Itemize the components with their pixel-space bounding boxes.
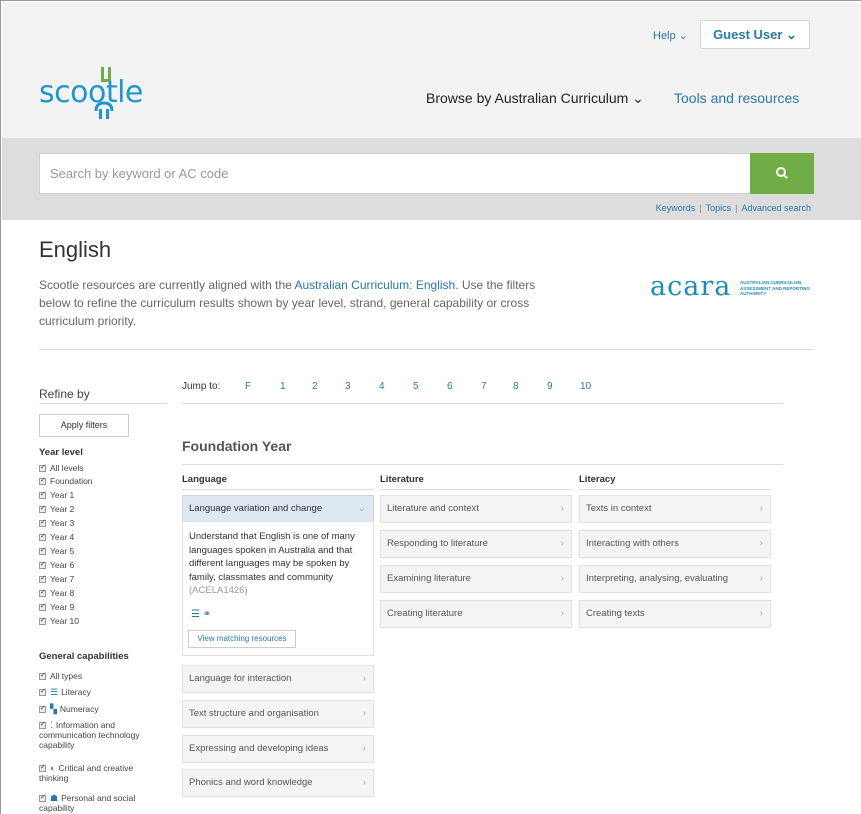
year-level-checkbox[interactable]: Foundation	[39, 476, 93, 486]
general-capabilities-title: General capabilities	[39, 651, 129, 662]
critical-thinking-icon: ◐	[50, 763, 56, 773]
acara-logo-subtitle: AUSTRALIAN CURRICULUM, ASSESSMENT AND RE…	[740, 280, 810, 296]
jump-link[interactable]: 6	[447, 381, 453, 392]
column-title-literacy: Literacy	[579, 474, 616, 485]
year-level-checkbox[interactable]: Year 1	[39, 490, 74, 500]
chevron-right-icon: ›	[362, 777, 366, 788]
jump-to-label: Jump to:	[182, 381, 221, 392]
ict-icon: ⁚	[50, 720, 53, 730]
divider	[182, 489, 374, 490]
year-level-checkbox[interactable]: Year 6	[39, 560, 74, 570]
jump-link[interactable]: 8	[513, 381, 519, 392]
jump-link[interactable]: F	[245, 381, 251, 392]
refine-title: Refine by	[39, 387, 90, 401]
capability-checkbox[interactable]: ☗Personal and social capability	[39, 793, 161, 813]
apply-filters-button[interactable]: Apply filters	[39, 414, 129, 437]
strand-tile[interactable]: Phonics and word knowledge ›	[182, 769, 374, 797]
column-title-literature: Literature	[380, 474, 424, 485]
jump-link[interactable]: 9	[547, 381, 553, 392]
help-menu[interactable]: Help ⌄	[653, 29, 688, 42]
strand-tile[interactable]: Interpreting, analysing, evaluating ›	[579, 565, 771, 593]
year-level-checkbox[interactable]: Year 4	[39, 532, 74, 542]
chevron-right-icon: ›	[362, 743, 366, 754]
search-icon	[776, 167, 788, 179]
intro-text: Scootle resources are currently aligned …	[39, 278, 536, 328]
divider	[39, 403, 167, 404]
nav-tools-resources[interactable]: Tools and resources	[674, 90, 799, 106]
strand-tile[interactable]: Texts in context ›	[579, 495, 771, 523]
jump-link[interactable]: 2	[312, 381, 318, 392]
chevron-right-icon: ›	[560, 573, 564, 584]
year-title: Foundation Year	[182, 438, 292, 454]
chevron-right-icon: ›	[560, 608, 564, 619]
view-matching-resources-button[interactable]: View matching resources	[188, 630, 296, 648]
jump-link[interactable]: 3	[345, 381, 351, 392]
search-input[interactable]: Search by keyword or AC code	[39, 153, 751, 194]
page-title: English	[39, 237, 112, 262]
advanced-search-link[interactable]: Advanced search	[741, 203, 811, 213]
literacy-icon[interactable]: ☰	[191, 609, 200, 620]
year-level-checkbox[interactable]: Year 7	[39, 574, 74, 584]
divider	[182, 464, 783, 465]
personal-social-icon: ☗	[50, 793, 59, 803]
strand-description: Understand that English is one of many l…	[189, 531, 355, 596]
capability-checkbox[interactable]: ⁚Information and communication technolog…	[39, 720, 161, 750]
divider	[39, 349, 814, 350]
strand-tile[interactable]: Creating texts ›	[579, 600, 771, 628]
capability-checkbox[interactable]: ▚Numeracy	[39, 704, 99, 714]
description-icons: ☰ ⚭	[191, 609, 211, 620]
topics-link[interactable]: Topics	[706, 203, 732, 213]
year-level-checkbox[interactable]: All levels	[39, 463, 84, 473]
jump-link[interactable]: 7	[481, 381, 487, 392]
column-title-language: Language	[182, 474, 227, 485]
capability-checkbox[interactable]: ☰Literacy	[39, 687, 91, 697]
chevron-right-icon: ›	[362, 708, 366, 719]
page-frame: Help ⌄ Guest User ⌄ scootle Browse by Au…	[0, 0, 861, 814]
strand-tile[interactable]: Interacting with others ›	[579, 530, 771, 558]
strand-tile[interactable]: Literature and context ›	[380, 495, 572, 523]
jump-link[interactable]: 4	[379, 381, 385, 392]
divider	[380, 489, 572, 490]
strand-tile[interactable]: Examining literature ›	[380, 565, 572, 593]
chevron-right-icon: ›	[759, 608, 763, 619]
chevron-right-icon: ›	[759, 573, 763, 584]
acara-logo: acara	[650, 271, 732, 302]
chevron-right-icon: ›	[362, 673, 366, 684]
year-level-checkbox[interactable]: Year 9	[39, 602, 74, 612]
year-level-title: Year level	[39, 447, 83, 458]
strand-tile[interactable]: Responding to literature ›	[380, 530, 572, 558]
jump-link[interactable]: 5	[413, 381, 419, 392]
year-level-checkbox[interactable]: Year 10	[39, 616, 79, 626]
search-links: Keywords | Topics | Advanced search	[655, 203, 811, 213]
capability-checkbox[interactable]: All types	[39, 671, 82, 681]
chevron-right-icon: ›	[560, 503, 564, 514]
nav-browse-curriculum[interactable]: Browse by Australian Curriculum ⌄	[426, 90, 644, 107]
strand-tile[interactable]: Language for interaction ›	[182, 665, 374, 693]
year-level-checkbox[interactable]: Year 5	[39, 546, 74, 556]
divider	[579, 489, 771, 490]
literacy-icon: ☰	[50, 687, 59, 697]
guest-user-button[interactable]: Guest User ⌄	[700, 20, 810, 49]
year-level-checkbox[interactable]: Year 8	[39, 588, 74, 598]
year-level-checkbox[interactable]: Year 3	[39, 518, 74, 528]
strand-tile[interactable]: Creating literature ›	[380, 600, 572, 628]
divider	[182, 403, 783, 404]
keywords-link[interactable]: Keywords	[656, 203, 696, 213]
jump-link[interactable]: 1	[280, 381, 286, 392]
chevron-right-icon: ›	[759, 503, 763, 514]
chevron-right-icon: ›	[560, 538, 564, 549]
strand-tile[interactable]: Expressing and developing ideas ›	[182, 735, 374, 763]
link-icon[interactable]: ⚭	[203, 609, 211, 620]
chevron-right-icon: ›	[759, 538, 763, 549]
year-level-checkbox[interactable]: Year 2	[39, 504, 74, 514]
search-button[interactable]	[750, 153, 814, 194]
numeracy-icon: ▚	[50, 704, 57, 714]
jump-link[interactable]: 10	[580, 381, 591, 392]
strand-tile-active[interactable]: Language variation and change ⌄	[182, 495, 374, 523]
capability-checkbox[interactable]: ◐Critical and creative thinking	[39, 763, 161, 783]
strand-tile[interactable]: Text structure and organisation ›	[182, 700, 374, 728]
logo-wordmark: scootle	[39, 75, 143, 110]
australian-curriculum-link[interactable]: Australian Curriculum: English	[294, 278, 455, 292]
chevron-down-icon: ⌄	[357, 503, 366, 514]
